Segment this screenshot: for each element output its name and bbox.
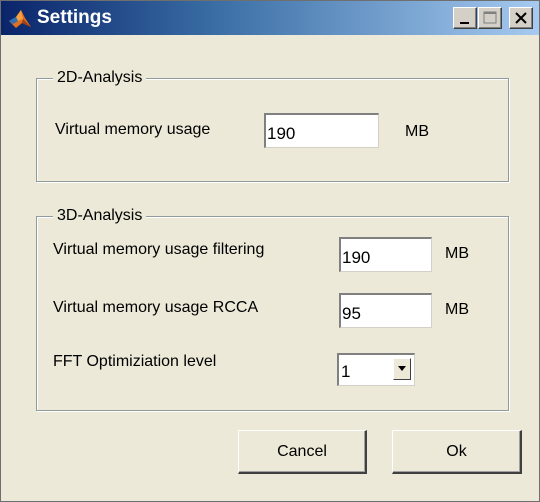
vm-filter-unit: MB bbox=[445, 245, 469, 262]
settings-dialog: Settings 2D-Analysis Virtual memory usag… bbox=[0, 0, 540, 502]
fft-level-select[interactable]: 1 bbox=[337, 353, 415, 386]
close-icon bbox=[515, 12, 527, 24]
vm-usage-label: Virtual memory usage bbox=[55, 121, 211, 138]
window-title: Settings bbox=[37, 7, 112, 28]
fft-level-label: FFT Optimiziation level bbox=[53, 353, 217, 370]
fft-level-value: 1 bbox=[341, 362, 351, 381]
cancel-button[interactable]: Cancel bbox=[238, 430, 367, 474]
maximize-button[interactable] bbox=[478, 7, 502, 29]
minimize-button[interactable] bbox=[453, 7, 477, 29]
title-bar[interactable]: Settings bbox=[1, 1, 539, 35]
ok-button[interactable]: Ok bbox=[392, 430, 522, 474]
vm-usage-input[interactable] bbox=[264, 113, 379, 148]
vm-filter-label: Virtual memory usage filtering bbox=[53, 241, 265, 258]
chevron-down-icon bbox=[398, 366, 406, 371]
close-button[interactable] bbox=[509, 7, 533, 29]
vm-filter-input[interactable] bbox=[339, 237, 432, 272]
vm-rcca-label: Virtual memory usage RCCA bbox=[53, 299, 259, 316]
vm-rcca-input[interactable] bbox=[339, 293, 432, 328]
matlab-icon bbox=[7, 7, 33, 31]
group-2d-legend: 2D-Analysis bbox=[53, 69, 147, 87]
vm-usage-unit: MB bbox=[405, 123, 429, 140]
maximize-icon bbox=[483, 11, 497, 24]
vm-rcca-unit: MB bbox=[445, 301, 469, 318]
group-3d-legend: 3D-Analysis bbox=[53, 207, 147, 225]
dropdown-button[interactable] bbox=[393, 358, 411, 380]
minimize-icon bbox=[460, 22, 469, 24]
